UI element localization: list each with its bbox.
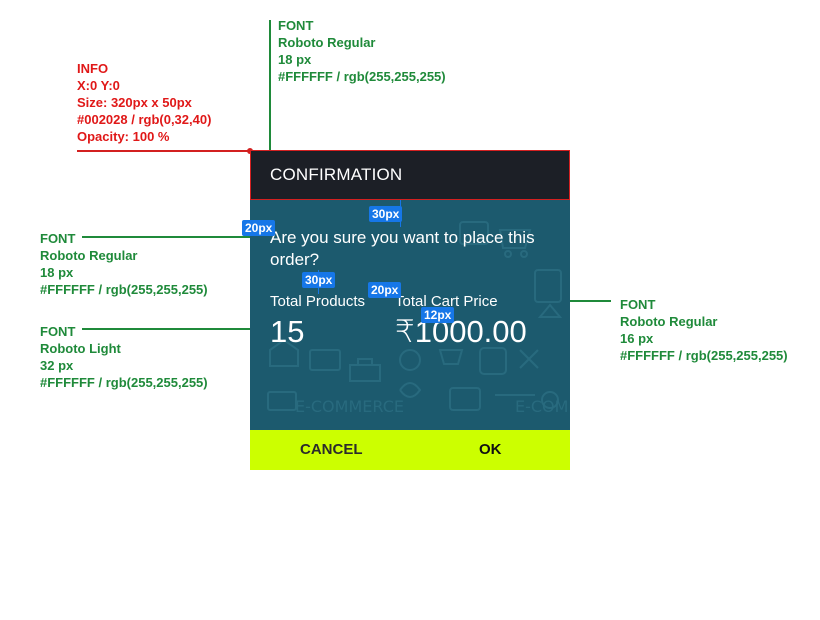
question-font-spec-family: Roboto Regular — [40, 248, 138, 263]
value-font-spec-size: 32 px — [40, 358, 74, 373]
confirmation-question: Are you sure you want to place this orde… — [270, 228, 535, 269]
label-font-spec-size: 16 px — [620, 331, 654, 346]
value-font-spec-title: FONT — [40, 324, 76, 339]
spacing-badge-left-padding: 20px — [242, 220, 276, 236]
info-spec-opacity: Opacity: 100 % — [77, 129, 170, 144]
info-spec: INFO X:0 Y:0 Size: 320px x 50px #002028 … — [77, 60, 211, 145]
total-products-value: 15 — [270, 314, 305, 349]
dialog-body: E-COMMERCE E-COM Are you sure you want t… — [250, 200, 570, 430]
info-spec-position: X:0 Y:0 — [77, 78, 120, 93]
total-price-value: ₹1000.00 — [395, 314, 527, 349]
question-font-spec-title: FONT — [40, 231, 76, 246]
value-font-spec: FONT Roboto Light 32 px #FFFFFF / rgb(25… — [40, 323, 208, 391]
dialog-footer: CANCEL OK — [250, 430, 570, 470]
header-font-spec-title: FONT — [278, 18, 314, 33]
question-font-spec: FONT Roboto Regular 18 px #FFFFFF / rgb(… — [40, 230, 208, 298]
question-font-spec-color: #FFFFFF / rgb(255,255,255) — [40, 282, 208, 297]
spacing-badge-label-value-gap: 12px — [421, 307, 455, 323]
total-products-label: Total Products — [270, 293, 366, 310]
question-font-spec-size: 18 px — [40, 265, 74, 280]
header-font-spec: FONT Roboto Regular 18 px #FFFFFF / rgb(… — [278, 17, 446, 85]
pattern-text-left: E-COMMERCE — [295, 397, 404, 416]
confirmation-dialog: CONFIRMATION E-COMMERCE E-COM Are you su… — [250, 150, 570, 470]
header-font-spec-size: 18 px — [278, 52, 312, 67]
question-font-leader-line — [82, 236, 270, 238]
label-font-spec: FONT Roboto Regular 16 px #FFFFFF / rgb(… — [620, 296, 788, 364]
cancel-button[interactable]: CANCEL — [300, 430, 363, 470]
value-font-spec-family: Roboto Light — [40, 341, 121, 356]
value-font-spec-color: #FFFFFF / rgb(255,255,255) — [40, 375, 208, 390]
info-spec-color: #002028 / rgb(0,32,40) — [77, 112, 212, 127]
value-font-leader-line — [82, 328, 270, 330]
label-font-spec-color: #FFFFFF / rgb(255,255,255) — [620, 348, 788, 363]
header-font-leader-line — [269, 20, 271, 170]
spacing-badge-column-gap: 20px — [368, 282, 402, 298]
label-font-spec-family: Roboto Regular — [620, 314, 718, 329]
header-font-spec-family: Roboto Regular — [278, 35, 376, 50]
dialog-header: CONFIRMATION — [250, 150, 570, 200]
dialog-title: CONFIRMATION — [270, 165, 403, 184]
ok-button[interactable]: OK — [479, 430, 502, 470]
label-font-spec-title: FONT — [620, 297, 656, 312]
info-spec-size: Size: 320px x 50px — [77, 95, 192, 110]
info-spec-title: INFO — [77, 61, 109, 76]
pattern-text-right: E-COM — [515, 397, 568, 416]
header-font-spec-color: #FFFFFF / rgb(255,255,255) — [278, 69, 446, 84]
spacing-badge-top-padding: 30px — [369, 206, 403, 222]
spacing-badge-question-gap: 30px — [302, 272, 336, 288]
info-spec-leader-line — [77, 150, 250, 152]
